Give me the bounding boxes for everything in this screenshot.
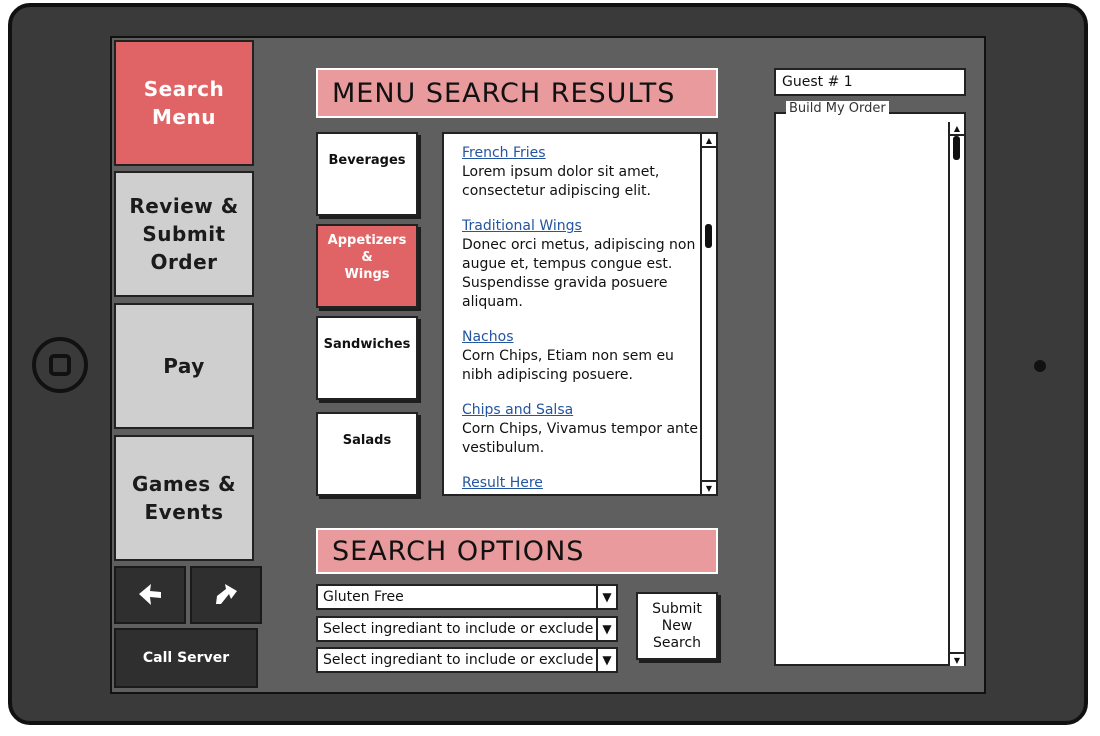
result-title-link[interactable]: French Fries [462,144,700,163]
nav-review-submit-order-button[interactable]: Review & Submit Order [114,171,254,297]
list-item: Nachos Corn Chips, Etiam non sem eu nibh… [462,328,700,385]
list-item: French Fries Lorem ipsum dolor sit amet,… [462,144,700,201]
search-options-header: SEARCH OPTIONS [316,528,718,574]
scroll-up-icon[interactable]: ▲ [950,122,964,136]
list-item: Traditional Wings Donec orci metus, adip… [462,217,700,312]
result-title-link[interactable]: Nachos [462,328,700,347]
result-description: Donec orci metus, adipiscing non augue e… [462,237,696,310]
result-title-link[interactable]: Result Here [462,474,700,493]
order-scrollbar[interactable]: ▲ ▼ [948,122,964,666]
nav-games-events-button[interactable]: Games & Events [114,435,254,561]
ingredient-select-1[interactable]: Select ingrediant to include or exclude … [316,616,618,642]
dietary-filter-select[interactable]: Gluten Free ▼ [316,584,618,610]
result-description: Corn Chips, Vivamus tempor ante vestibul… [462,421,699,456]
forward-button[interactable] [190,566,262,624]
back-button[interactable] [114,566,186,624]
result-description: Lorem ipsum dolor sit amet, consectetur … [462,164,660,199]
list-item: Chips and Salsa Corn Chips, Vivamus temp… [462,401,700,458]
category-beverages-button[interactable]: Beverages [316,132,418,216]
category-appetizers-wings-button[interactable]: Appetizers & Wings [316,224,418,308]
ingredient-select-2[interactable]: Select ingrediant to include or exclude … [316,647,618,673]
arrow-forward-icon [216,584,237,604]
results-scrollbar[interactable]: ▲ ▼ [700,134,716,494]
chevron-down-icon: ▼ [596,618,616,640]
call-server-button[interactable]: Call Server [114,628,258,688]
build-my-order-panel[interactable]: ▲ ▼ [774,112,966,666]
menu-search-results-header: MENU SEARCH RESULTS [316,68,718,118]
chevron-down-icon: ▼ [596,649,616,671]
result-title-link[interactable]: Chips and Salsa [462,401,700,420]
nav-pay-button[interactable]: Pay [114,303,254,429]
home-square-icon [49,354,71,376]
build-my-order-label: Build My Order [786,101,889,117]
result-description: Corn Chips, Etiam non sem eu nibh adipis… [462,348,674,383]
scroll-down-icon[interactable]: ▼ [950,652,964,666]
scroll-thumb[interactable] [705,224,712,248]
ingredient-select-value: Select ingrediant to include or exclude [323,621,594,637]
guest-field[interactable]: Guest # 1 [774,68,966,96]
chevron-down-icon: ▼ [596,586,616,608]
dietary-filter-value: Gluten Free [323,589,404,605]
category-sandwiches-button[interactable]: Sandwiches [316,316,418,400]
scroll-up-icon[interactable]: ▲ [702,134,716,148]
results-list-panel[interactable]: French Fries Lorem ipsum dolor sit amet,… [442,132,718,496]
results-list: French Fries Lorem ipsum dolor sit amet,… [462,144,700,494]
submit-new-search-button[interactable]: Submit New Search [636,592,718,660]
home-button[interactable] [32,337,88,393]
scroll-thumb[interactable] [953,136,960,160]
scroll-down-icon[interactable]: ▼ [702,480,716,494]
result-title-link[interactable]: Traditional Wings [462,217,700,236]
camera-dot [1034,360,1046,372]
nav-search-menu-button[interactable]: Search Menu [114,40,254,166]
arrow-back-icon [139,584,161,605]
category-salads-button[interactable]: Salads [316,412,418,496]
ingredient-select-value: Select ingrediant to include or exclude [323,652,594,668]
list-item: Result Here [462,474,700,493]
